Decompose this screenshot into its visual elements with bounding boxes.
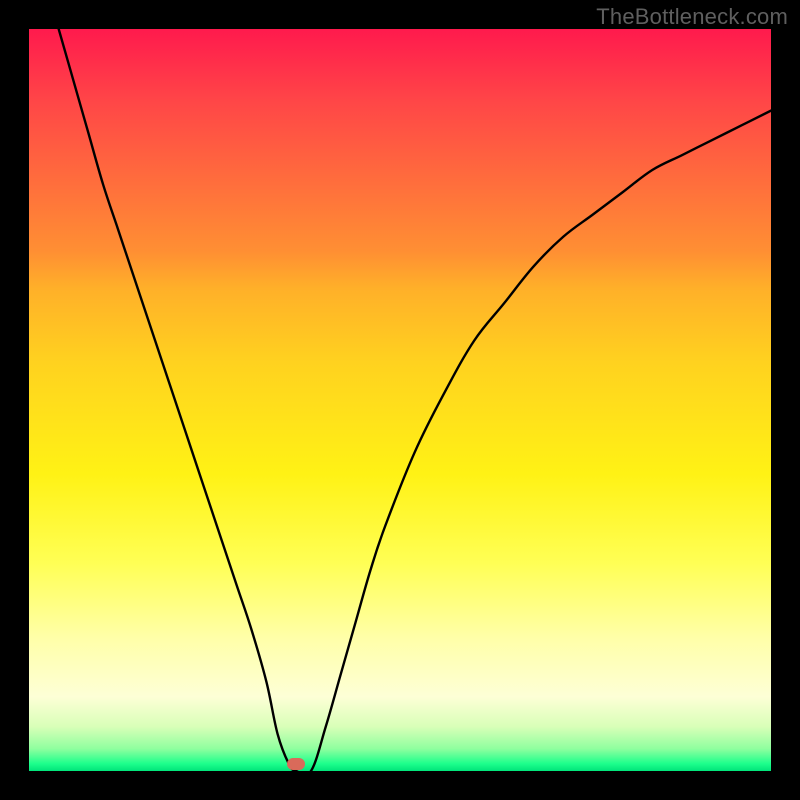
bottleneck-curve — [29, 29, 771, 771]
optimal-marker — [287, 758, 305, 770]
chart-plot-area — [29, 29, 771, 771]
attribution-watermark: TheBottleneck.com — [596, 4, 788, 30]
